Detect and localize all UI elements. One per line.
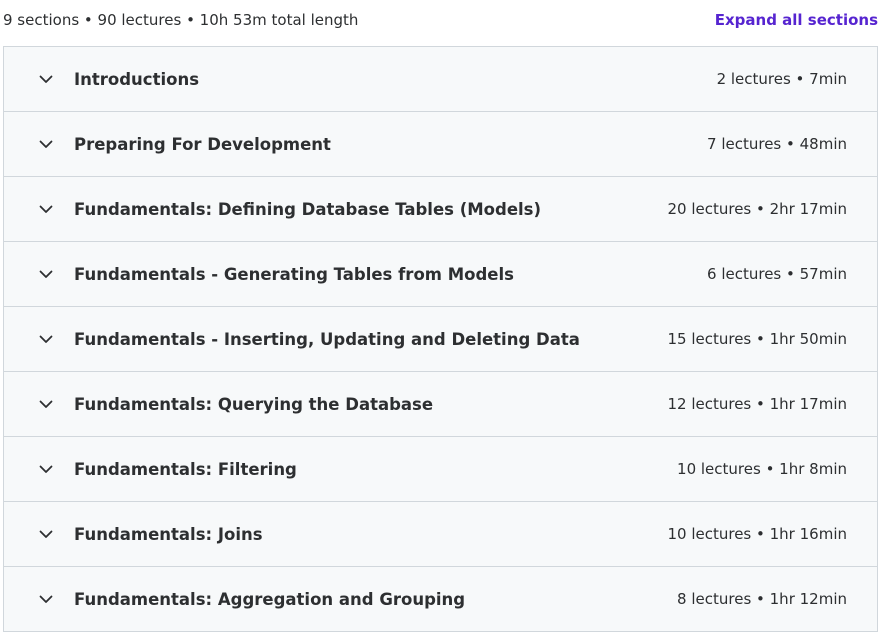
curriculum-summary: 9 sections • 90 lectures • 10h 53m total… — [3, 11, 359, 29]
section-row-generating-tables[interactable]: Fundamentals - Generating Tables from Mo… — [4, 242, 877, 307]
chevron-down-icon — [38, 331, 54, 347]
section-title: Fundamentals: Querying the Database — [74, 394, 434, 414]
section-meta: 8 lectures • 1hr 12min — [677, 590, 847, 608]
section-meta: 7 lectures • 48min — [707, 135, 847, 153]
section-meta: 15 lectures • 1hr 50min — [667, 330, 847, 348]
section-title: Fundamentals - Inserting, Updating and D… — [74, 329, 580, 349]
chevron-down-icon — [38, 461, 54, 477]
section-row-joins[interactable]: Fundamentals: Joins 10 lectures • 1hr 16… — [4, 502, 877, 567]
chevron-down-icon — [38, 136, 54, 152]
chevron-down-icon — [38, 591, 54, 607]
curriculum-summary-bar: 9 sections • 90 lectures • 10h 53m total… — [0, 0, 880, 40]
section-row-querying-the-database[interactable]: Fundamentals: Querying the Database 12 l… — [4, 372, 877, 437]
section-title: Fundamentals: Filtering — [74, 459, 297, 479]
section-meta: 2 lectures • 7min — [716, 70, 847, 88]
section-meta: 6 lectures • 57min — [707, 265, 847, 283]
chevron-down-icon — [38, 266, 54, 282]
chevron-down-icon — [38, 396, 54, 412]
section-title: Fundamentals: Defining Database Tables (… — [74, 199, 542, 219]
section-row-preparing-for-development[interactable]: Preparing For Development 7 lectures • 4… — [4, 112, 877, 177]
section-row-defining-database-tables[interactable]: Fundamentals: Defining Database Tables (… — [4, 177, 877, 242]
section-meta: 10 lectures • 1hr 8min — [677, 460, 847, 478]
section-row-inserting-updating-deleting[interactable]: Fundamentals - Inserting, Updating and D… — [4, 307, 877, 372]
section-title: Preparing For Development — [74, 134, 331, 154]
chevron-down-icon — [38, 71, 54, 87]
expand-all-sections-button[interactable]: Expand all sections — [715, 11, 878, 29]
chevron-down-icon — [38, 526, 54, 542]
section-meta: 20 lectures • 2hr 17min — [667, 200, 847, 218]
section-title: Introductions — [74, 69, 200, 89]
section-row-aggregation-and-grouping[interactable]: Fundamentals: Aggregation and Grouping 8… — [4, 567, 877, 632]
curriculum-section-list: Introductions 2 lectures • 7min Preparin… — [3, 46, 878, 632]
chevron-down-icon — [38, 201, 54, 217]
section-title: Fundamentals: Joins — [74, 524, 263, 544]
section-title: Fundamentals: Aggregation and Grouping — [74, 589, 466, 609]
section-row-filtering[interactable]: Fundamentals: Filtering 10 lectures • 1h… — [4, 437, 877, 502]
section-row-introductions[interactable]: Introductions 2 lectures • 7min — [4, 47, 877, 112]
section-meta: 12 lectures • 1hr 17min — [667, 395, 847, 413]
section-meta: 10 lectures • 1hr 16min — [667, 525, 847, 543]
section-title: Fundamentals - Generating Tables from Mo… — [74, 264, 514, 284]
